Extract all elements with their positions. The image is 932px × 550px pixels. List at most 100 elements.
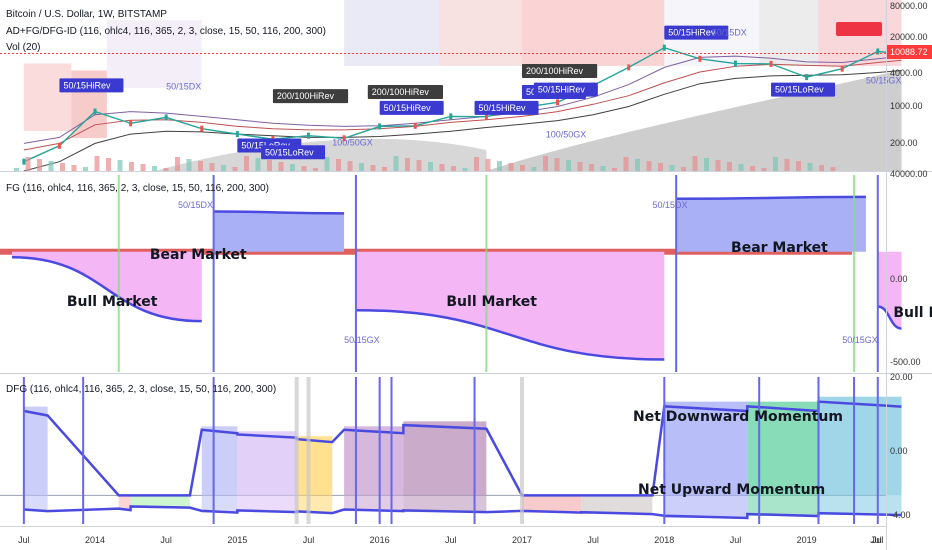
annotation-label[interactable]: 50/15DX (712, 28, 747, 38)
price-axis-tick[interactable]: 80000.00 (890, 1, 928, 11)
volume-bar (255, 158, 261, 171)
dfg-axis-tick[interactable]: 0.00 (890, 446, 908, 456)
volume-bar (370, 165, 376, 171)
time-axis-tick[interactable]: Jul (303, 535, 315, 545)
background-band (438, 0, 522, 66)
annotation-label[interactable]: 50/15LoRev (265, 147, 314, 157)
volume-bar (347, 161, 353, 171)
dfg-upper-block (237, 431, 297, 496)
price-axis-tick[interactable]: 200.00 (890, 138, 918, 148)
time-axis-tick[interactable]: 2017 (512, 535, 532, 545)
price-candle (769, 60, 773, 67)
volume-bar (48, 161, 54, 171)
cross-marker-label: 50/15DX (652, 200, 687, 210)
volume-bar (635, 159, 640, 171)
dfg-lower-block (747, 495, 819, 517)
dfg-upper-block (23, 406, 48, 496)
indicator-title[interactable]: AD+FG/DFG-ID (116, ohlc4, 116, 365, 2, 3… (6, 26, 326, 37)
volume-bar (497, 161, 502, 171)
price-axis-tick[interactable]: 4000.00 (890, 68, 923, 78)
time-axis-tick[interactable]: Jul (870, 535, 882, 545)
annotation-label[interactable]: 50/15LoRev (775, 85, 824, 95)
volume-bar (83, 167, 88, 171)
price-axis-tick[interactable]: 20000.00 (890, 32, 928, 42)
time-axis-tick[interactable]: 2014 (85, 535, 105, 545)
price-candle (307, 132, 310, 139)
time-axis-tick[interactable]: Jul (18, 535, 30, 545)
dfg-axis-tick[interactable]: -4.00 (890, 510, 911, 520)
volume-bar (796, 161, 801, 171)
volume-bar (290, 164, 295, 171)
time-axis-tick[interactable]: 2018 (654, 535, 674, 545)
alert-tag[interactable] (836, 22, 882, 36)
annotation-label[interactable]: 100/50GX (546, 130, 587, 140)
symbol-title[interactable]: Bitcoin / U.S. Dollar, 1W, BITSTAMP (6, 9, 167, 20)
volume-bar (336, 159, 341, 171)
price-candle (200, 125, 204, 132)
volume-bar (485, 159, 491, 171)
volume-bar (25, 157, 31, 171)
volume-bar (94, 156, 100, 171)
volume-bar (819, 165, 824, 171)
background-band (23, 63, 72, 132)
fg-axis-tick[interactable]: -500.00 (890, 357, 921, 367)
annotation-label[interactable]: 200/100HiRev (277, 91, 335, 101)
volume-bar (508, 163, 514, 171)
fg-title[interactable]: FG (116, ohlc4, 116, 365, 2, 3, close, 1… (6, 183, 269, 194)
regime-label: Bull Ma (893, 305, 932, 321)
annotation-label[interactable]: 50/15HiRev (668, 28, 716, 38)
annotation-label[interactable]: 200/100HiRev (372, 87, 430, 97)
annotation-label[interactable]: 50/15HiRev (63, 80, 111, 90)
background-band (521, 0, 665, 66)
regime-label: Bear Market (150, 247, 247, 263)
volume-bar (382, 167, 387, 171)
volume-bar (117, 160, 123, 171)
time-axis-tick[interactable]: Jul (445, 535, 457, 545)
price-candle (235, 131, 239, 138)
annotation-label[interactable]: 50/15HiRev (538, 85, 586, 95)
time-axis-tick[interactable]: Jul (730, 535, 742, 545)
volume-bar (60, 163, 65, 171)
regime-label: Bull Market (446, 294, 537, 310)
annotation-label[interactable]: 50/15DX (166, 81, 201, 91)
time-axis-tick[interactable]: 2019 (797, 535, 817, 545)
dfg-lower-block (664, 495, 748, 519)
volume-bar (600, 166, 606, 171)
time-axis-tick[interactable]: Jul (160, 535, 172, 545)
regime-label: Net Upward Momentum (638, 482, 825, 498)
regime-label: Bull Market (67, 294, 158, 310)
dfg-title[interactable]: DFG (116, ohlc4, 116, 365, 2, 3, close, … (6, 384, 276, 395)
volume-bar (531, 167, 537, 171)
price-candle (840, 65, 844, 72)
volume-bar (566, 160, 571, 171)
volume-bar (232, 167, 238, 171)
volume-bar (738, 164, 744, 171)
volume-bar (761, 168, 767, 171)
chart-canvas[interactable]: 50/15HiRev50/15DX50/15LoRev50/15LoRev200… (0, 0, 932, 550)
price-candle (378, 123, 382, 130)
volume-bar (244, 156, 249, 171)
price-axis-tick[interactable]: 1000.00 (890, 101, 923, 111)
volume-bar (439, 164, 445, 171)
time-axis-tick[interactable]: Jul (587, 535, 599, 545)
volume-bar (830, 167, 836, 171)
volume-bar (428, 162, 433, 171)
dfg-upper-block (296, 436, 333, 496)
annotation-label[interactable]: 100/50GX (332, 137, 373, 147)
fg-axis-tick[interactable]: 0.00 (890, 274, 908, 284)
volume-bar (186, 159, 192, 171)
volume-bar (71, 165, 77, 171)
dfg-axis-tick[interactable]: 20.00 (890, 372, 913, 382)
time-axis-tick[interactable]: 2016 (370, 535, 390, 545)
volume-bar (658, 163, 663, 171)
time-axis-tick[interactable]: 2015 (227, 535, 247, 545)
volume-title[interactable]: Vol (20) (6, 42, 40, 53)
price-candle (22, 158, 26, 165)
annotation-label[interactable]: 50/15HiRev (479, 103, 527, 113)
fg-axis-tick[interactable]: 40000.00 (890, 169, 928, 179)
volume-bar (773, 157, 778, 171)
annotation-label[interactable]: 50/15HiRev (384, 103, 432, 113)
volume-bar (106, 158, 111, 171)
price-axis-tick[interactable]: 10088.72 (890, 47, 928, 57)
annotation-label[interactable]: 200/100HiRev (526, 66, 584, 76)
